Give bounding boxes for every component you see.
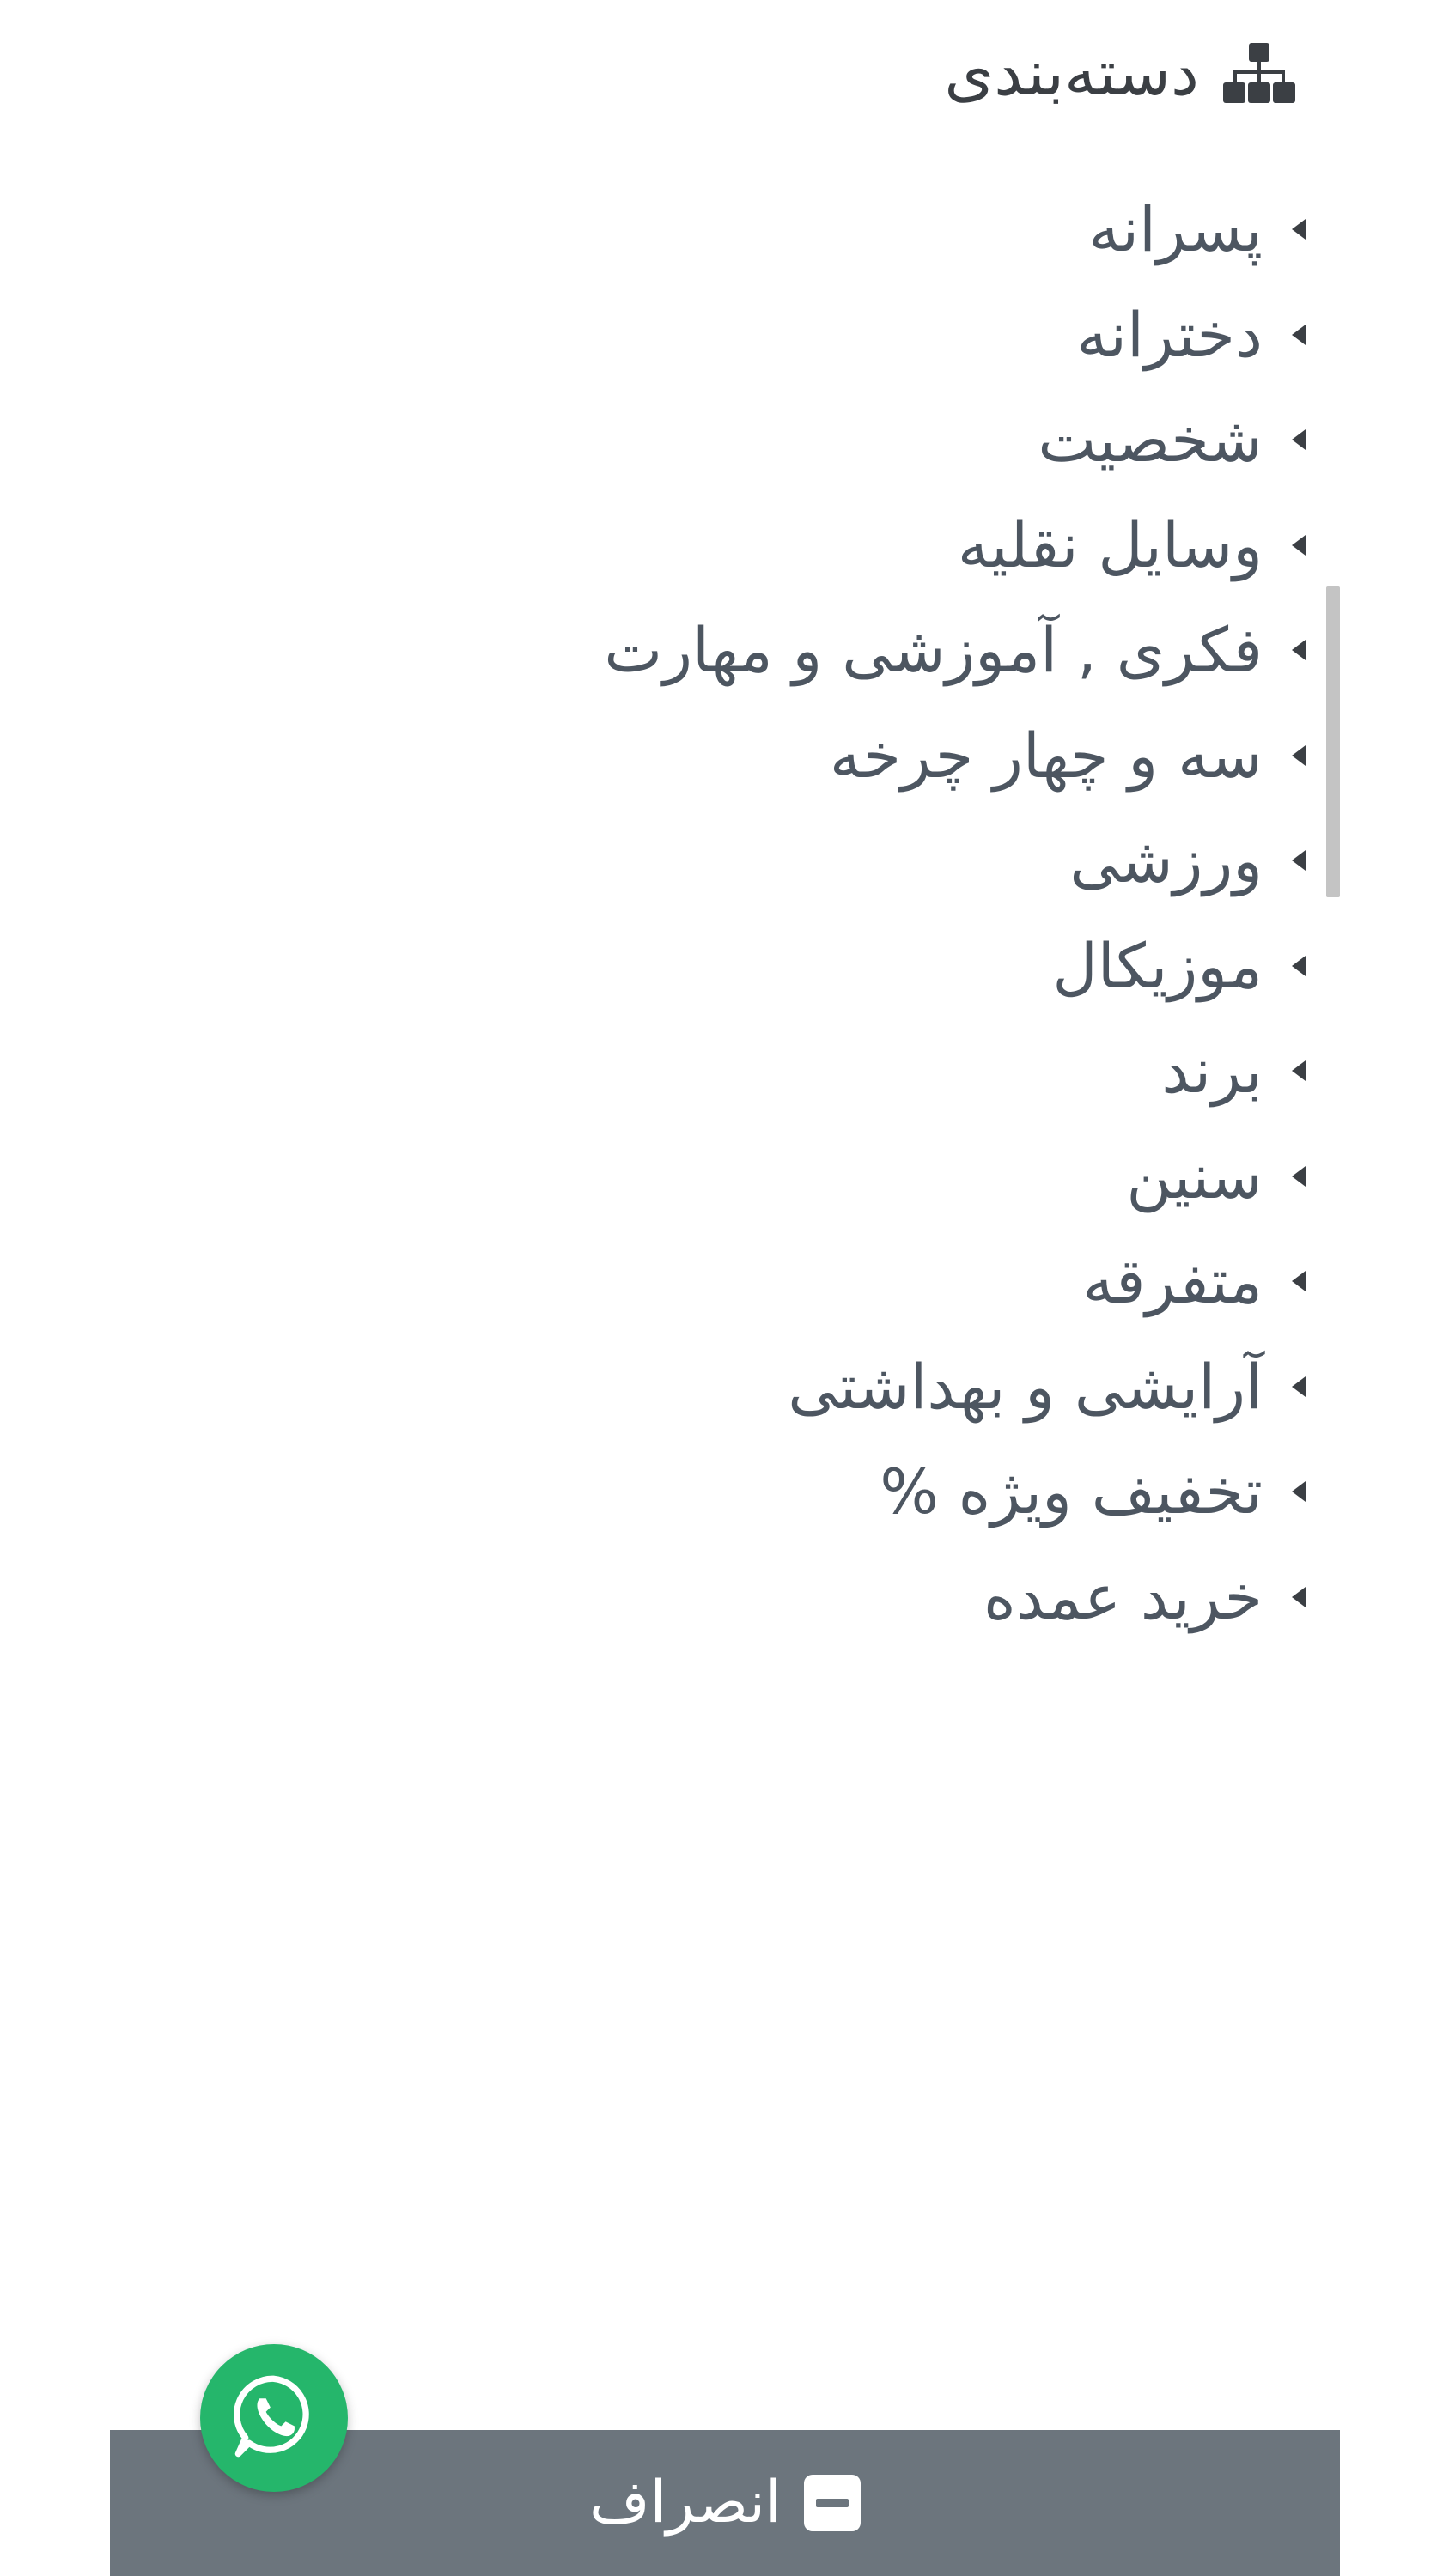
page-title: دسته‌بندی [944,36,1199,110]
category-item[interactable]: وسایل نقلیه [604,493,1306,598]
caret-left-icon [1292,744,1306,766]
category-label: شخصیت [1038,404,1263,477]
caret-left-icon [1292,640,1306,661]
category-label: تخفیف ویژه % [880,1455,1263,1528]
cancel-label: انصراف [589,2469,782,2537]
caret-left-icon [1292,324,1306,345]
whatsapp-button[interactable] [200,2344,348,2492]
category-header: دسته‌بندی [944,34,1295,112]
category-item[interactable]: خرید عمده [604,1545,1306,1650]
caret-left-icon [1292,429,1306,451]
caret-left-icon [1292,1271,1306,1292]
category-item[interactable]: شخصیت [604,387,1306,493]
category-item[interactable]: متفرقه [604,1229,1306,1334]
caret-left-icon [1292,219,1306,240]
cancel-button[interactable]: انصراف [589,2466,861,2540]
category-label: دخترانه [1076,298,1263,371]
category-label: وسایل نقلیه [957,508,1263,581]
category-item[interactable]: تخفیف ویژه % [604,1439,1306,1545]
category-item[interactable]: موزیکال [604,914,1306,1019]
caret-left-icon [1292,1060,1306,1082]
category-label: متفرقه [1082,1245,1263,1318]
category-label: پسرانه [1088,193,1263,266]
category-label: برند [1161,1035,1263,1108]
category-item[interactable]: آرایشی و بهداشتی [604,1334,1306,1440]
category-label: آرایشی و بهداشتی [788,1350,1263,1423]
category-label: خرید عمده [983,1560,1263,1633]
caret-left-icon [1292,534,1306,556]
category-item[interactable]: برند [604,1018,1306,1124]
category-panel: دسته‌بندی پسرانه دخترانه شخصیت وسایل نقل… [110,0,1340,2576]
category-item[interactable]: سنین [604,1124,1306,1230]
category-item[interactable]: ورزشی [604,808,1306,914]
caret-left-icon [1292,955,1306,976]
caret-left-icon [1292,1376,1306,1397]
category-list: پسرانه دخترانه شخصیت وسایل نقلیه فکری , … [604,177,1306,1649]
caret-left-icon [1292,1165,1306,1187]
category-item[interactable]: سه و چهار چرخه [604,703,1306,809]
category-drawer: دسته‌بندی پسرانه دخترانه شخصیت وسایل نقل… [0,0,1449,2576]
scrollbar[interactable] [1326,586,1340,897]
minus-square-icon [803,2475,861,2531]
whatsapp-icon [229,2372,319,2464]
category-label: موزیکال [1052,929,1263,1002]
caret-left-icon [1292,1481,1306,1503]
caret-left-icon [1292,1586,1306,1607]
category-label: ورزشی [1069,824,1263,897]
category-item[interactable]: دخترانه [604,283,1306,388]
category-label: سنین [1126,1139,1263,1212]
caret-left-icon [1292,850,1306,872]
category-item[interactable]: پسرانه [604,177,1306,283]
category-label: فکری , آموزشی و مهارت [604,614,1263,687]
category-label: سه و چهار چرخه [829,719,1263,792]
category-item[interactable]: فکری , آموزشی و مهارت [604,598,1306,703]
sitemap-icon [1223,43,1295,103]
